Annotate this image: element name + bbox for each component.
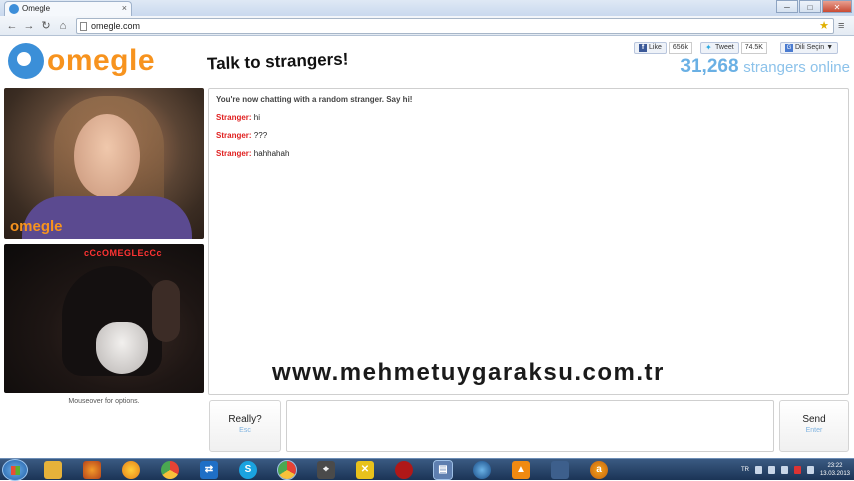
close-window-button[interactable]: ✕	[822, 0, 852, 13]
taskbar: ⇄ S ⌖ ✕ ▤ ▲ a TR 23:22 13.03.2013	[0, 458, 854, 481]
chat-log[interactable]: You're now chatting with a random strang…	[208, 88, 849, 395]
browser-toolbar: ← → ↻ ⌂ omegle.com ★ ≡	[0, 16, 854, 36]
disconnect-button[interactable]: Really? Esc	[209, 400, 281, 452]
chevron-down-icon: ▼	[826, 44, 834, 51]
vlc-icon[interactable]: ▲	[512, 461, 530, 479]
firefox-icon[interactable]	[83, 461, 101, 479]
facebook-like-button[interactable]: f Like	[634, 42, 667, 54]
media-player-icon[interactable]	[122, 461, 140, 479]
home-button[interactable]: ⌂	[55, 18, 71, 34]
utility-app-icon[interactable]: ✕	[356, 461, 374, 479]
message-sender: Stranger:	[216, 113, 252, 122]
facebook-like[interactable]: f Like 656k	[634, 42, 693, 54]
avast-icon[interactable]: a	[590, 461, 608, 479]
video-watermark: omegle	[10, 218, 63, 235]
disconnect-label: Really?	[228, 414, 262, 425]
video-caption: cCcOMEGLEcCc	[84, 248, 163, 258]
send-label: Send	[802, 414, 826, 425]
window-controls: ─ □ ✕	[775, 0, 852, 13]
reload-button[interactable]: ↻	[38, 18, 54, 34]
omegle-page: omegle Talk to strangers! f Like 656k ✦ …	[0, 37, 854, 458]
network-icon[interactable]	[780, 466, 788, 474]
tab-title: Omegle	[22, 4, 51, 13]
page-icon	[80, 22, 87, 31]
browser-titlebar: Omegle × ─ □ ✕	[0, 0, 854, 16]
facebook-icon: f	[639, 44, 647, 52]
tagline: Talk to strangers!	[206, 49, 349, 74]
message-text: hahhahah	[253, 149, 290, 158]
browser-app-icon[interactable]	[161, 461, 179, 479]
tray-arrow-icon[interactable]	[754, 466, 762, 474]
tab-close-icon[interactable]: ×	[122, 2, 127, 15]
omegle-logo[interactable]: omegle	[8, 43, 155, 79]
address-bar[interactable]: omegle.com ★	[76, 18, 834, 34]
back-button[interactable]: ←	[4, 18, 20, 34]
clock-time: 23:22	[827, 463, 843, 469]
power-icon[interactable]	[806, 466, 814, 474]
tweet-count: 74.5K	[740, 42, 767, 54]
online-count: 31,268	[680, 56, 739, 77]
start-button[interactable]	[2, 459, 28, 481]
disconnect-key: Esc	[239, 427, 251, 434]
like-label: Like	[649, 44, 662, 51]
star-icon[interactable]: ★	[819, 19, 829, 33]
clock[interactable]: 23:22 13.03.2013	[820, 462, 850, 478]
system-tray: TR 23:22 13.03.2013	[741, 459, 850, 481]
logo-text: omegle	[47, 44, 156, 77]
antivirus-icon[interactable]	[793, 466, 801, 474]
wrench-icon[interactable]: ≡	[838, 19, 844, 33]
twitter-tweet[interactable]: ✦ Tweet 74.5K	[700, 42, 767, 54]
message-sender: Stranger:	[216, 131, 252, 140]
maximize-button[interactable]: □	[799, 0, 821, 13]
message-text: ???	[253, 131, 268, 140]
clock-date: 13.03.2013	[819, 471, 850, 477]
address-text: omegle.com	[91, 21, 141, 31]
message-sender: Stranger:	[216, 149, 252, 158]
online-label: strangers online	[743, 59, 850, 76]
stranger-video[interactable]: omegle	[4, 88, 204, 239]
like-count: 656k	[668, 42, 693, 54]
language-label: Dili Seçin	[795, 44, 825, 51]
translate-icon: G	[785, 44, 793, 52]
save-app-icon[interactable]: ▤	[433, 460, 453, 480]
chat-message: Stranger: ???	[216, 131, 841, 140]
mouseover-hint: Mouseover for options.	[68, 398, 140, 405]
online-counter: 31,268 strangers online	[680, 56, 850, 78]
omegle-logo-mark-icon	[8, 43, 44, 79]
tray-language[interactable]: TR	[741, 467, 749, 473]
language-select[interactable]: G Dili Seçin ▼	[780, 42, 839, 54]
message-text: hi	[253, 113, 261, 122]
media-center-icon[interactable]	[473, 461, 491, 479]
send-key: Enter	[805, 427, 823, 434]
tool-app-icon[interactable]	[551, 461, 569, 479]
forward-button[interactable]: →	[21, 18, 37, 34]
video-figure-face	[74, 114, 140, 198]
language-button[interactable]: G Dili Seçin ▼	[780, 42, 839, 54]
overlay-watermark: www.mehmetuygaraksu.com.tr	[272, 359, 665, 386]
omegle-favicon-icon	[9, 4, 19, 14]
counter-strike-icon[interactable]: ⌖	[317, 461, 335, 479]
chat-status: You're now chatting with a random strang…	[216, 95, 413, 104]
minimize-button[interactable]: ─	[776, 0, 798, 13]
send-button[interactable]: Send Enter	[779, 400, 849, 452]
video-figure-mask	[96, 322, 148, 374]
chrome-icon[interactable]	[277, 460, 297, 480]
video-figure-hand	[152, 280, 180, 342]
message-input[interactable]	[286, 400, 774, 452]
twitter-icon: ✦	[705, 43, 712, 52]
self-video[interactable]: cCcOMEGLEcCc	[4, 244, 204, 393]
game-app-icon[interactable]	[395, 461, 413, 479]
explorer-icon[interactable]	[44, 461, 62, 479]
volume-icon[interactable]	[767, 466, 775, 474]
tweet-button[interactable]: ✦ Tweet	[700, 42, 739, 54]
chat-message: Stranger: hahhahah	[216, 149, 841, 158]
teamviewer-icon[interactable]: ⇄	[200, 461, 218, 479]
chat-message: Stranger: hi	[216, 113, 841, 122]
skype-icon[interactable]: S	[239, 461, 257, 479]
browser-tab[interactable]: Omegle ×	[4, 1, 132, 16]
tweet-label: Tweet	[715, 44, 734, 51]
